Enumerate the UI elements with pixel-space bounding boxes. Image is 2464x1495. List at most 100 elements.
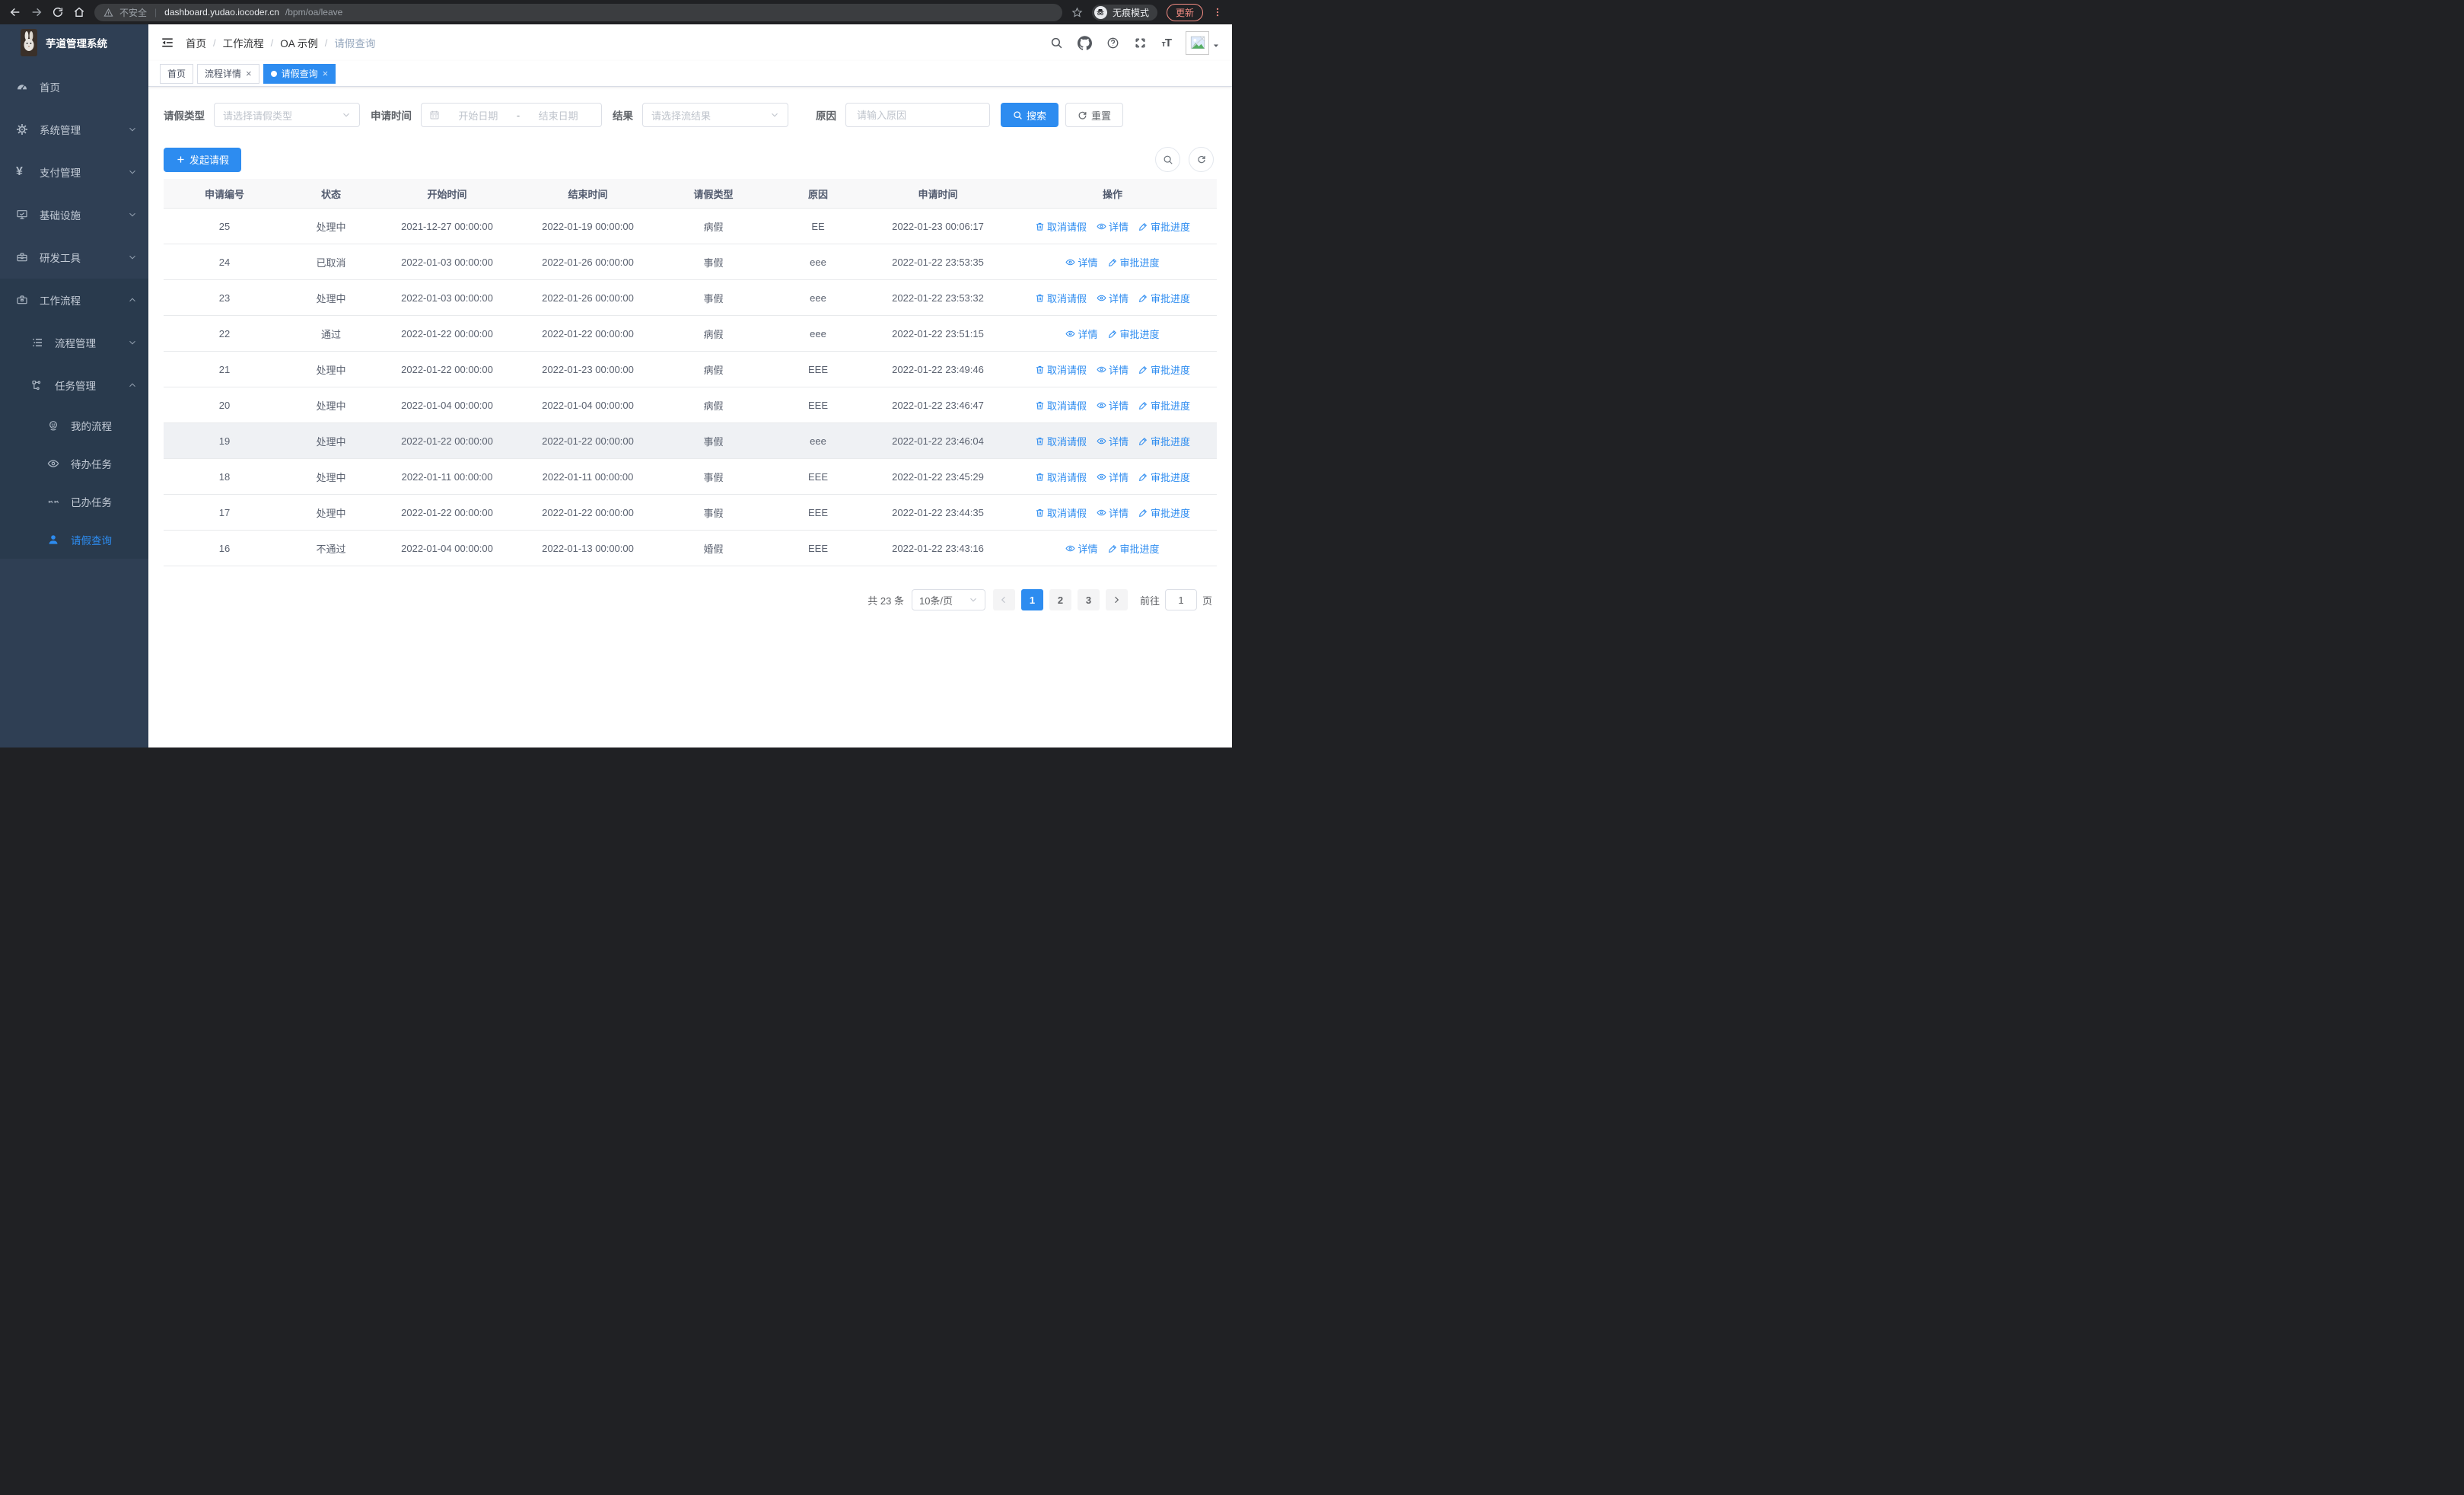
cell-reason: EEE: [807, 506, 828, 518]
sidebar-item-system[interactable]: 系统管理: [0, 108, 148, 151]
progress-label: 审批进度: [1151, 435, 1191, 448]
page-button-1[interactable]: 1: [1020, 589, 1043, 610]
pencil-icon: [1138, 436, 1148, 446]
tab-label: 请假查询: [281, 69, 318, 79]
cancel-link[interactable]: 取消请假: [1035, 470, 1087, 484]
filter-reason: 原因: [816, 103, 990, 127]
tab-leave-query[interactable]: 请假查询 ×: [263, 63, 336, 84]
sidebar-item-workflow[interactable]: 工作流程: [0, 279, 148, 321]
sidebar-item-devtools[interactable]: 研发工具: [0, 236, 148, 279]
sidebar-item-leave-query[interactable]: 请假查询: [0, 521, 148, 559]
update-button[interactable]: 更新: [1166, 3, 1203, 21]
detail-link[interactable]: 详情: [1097, 291, 1129, 305]
cell-status: 通过: [320, 328, 341, 340]
close-icon[interactable]: ×: [246, 69, 252, 78]
sidebar-item-task-mgmt[interactable]: 任务管理: [0, 364, 148, 406]
eye-icon: [47, 457, 59, 470]
cell-start: 2022-01-22 00:00:00: [401, 435, 493, 447]
tab-process-detail[interactable]: 流程详情 ×: [197, 63, 259, 84]
cell-status: 不通过: [316, 543, 346, 555]
reload-icon[interactable]: [52, 6, 64, 18]
breadcrumb-item[interactable]: OA 示例: [280, 35, 318, 50]
user-menu[interactable]: [1186, 30, 1220, 55]
eye-icon: [1097, 436, 1106, 446]
date-range-input[interactable]: 开始日期 - 结束日期: [421, 103, 602, 127]
cancel-link[interactable]: 取消请假: [1035, 505, 1087, 520]
detail-link[interactable]: 详情: [1097, 362, 1129, 377]
cancel-link[interactable]: 取消请假: [1035, 291, 1087, 305]
breadcrumb-item[interactable]: 工作流程: [223, 35, 264, 50]
cell-end: 2022-01-26 00:00:00: [542, 256, 634, 268]
table-row: 23 处理中 2022-01-03 00:00:00 2022-01-26 00:00…: [164, 280, 1217, 316]
prev-page-button[interactable]: [992, 589, 1015, 610]
cancel-link[interactable]: 取消请假: [1035, 398, 1087, 413]
address-bar[interactable]: 不安全 | dashboard.yudao.iocoder.cn/bpm/oa/…: [94, 3, 1062, 21]
sidebar-item-process-mgmt[interactable]: 流程管理: [0, 321, 148, 364]
detail-link[interactable]: 详情: [1097, 505, 1129, 520]
close-icon[interactable]: ×: [323, 69, 329, 78]
cancel-link[interactable]: 取消请假: [1035, 434, 1087, 448]
detail-link[interactable]: 详情: [1097, 219, 1129, 234]
progress-link[interactable]: 审批进度: [1108, 255, 1160, 269]
sidebar-fold-icon[interactable]: [161, 36, 174, 49]
progress-link[interactable]: 审批进度: [1138, 505, 1190, 520]
next-page-button[interactable]: [1105, 589, 1128, 610]
progress-link[interactable]: 审批进度: [1138, 291, 1190, 305]
breadcrumb-item[interactable]: 首页: [186, 35, 206, 50]
detail-label: 详情: [1108, 364, 1129, 376]
show-search-button[interactable]: [1155, 147, 1180, 172]
app-logo[interactable]: 芋道管理系统: [0, 24, 148, 61]
create-leave-button[interactable]: 发起请假: [164, 147, 242, 172]
table-header: 申请编号 状态 开始时间 结束时间 请假类型 原因 申请时间 操作: [164, 179, 1217, 209]
result-select[interactable]: 请选择流结果: [642, 103, 788, 127]
fullscreen-icon[interactable]: [1134, 37, 1147, 49]
tab-home[interactable]: 首页: [160, 63, 194, 84]
detail-link[interactable]: 详情: [1097, 470, 1129, 484]
sidebar-item-home[interactable]: 首页: [0, 65, 148, 108]
progress-link[interactable]: 审批进度: [1138, 434, 1190, 448]
progress-link[interactable]: 审批进度: [1138, 362, 1190, 377]
refresh-table-button[interactable]: [1189, 147, 1214, 172]
sidebar-item-label: 待办任务: [71, 459, 112, 470]
cell-type: 病假: [703, 328, 724, 340]
help-icon[interactable]: [1106, 37, 1119, 49]
github-icon[interactable]: [1078, 35, 1093, 50]
cancel-link[interactable]: 取消请假: [1035, 362, 1087, 377]
home-icon[interactable]: [73, 6, 85, 18]
sidebar-item-todo-tasks[interactable]: 待办任务: [0, 445, 148, 483]
detail-link[interactable]: 详情: [1097, 434, 1129, 448]
breadcrumb-separator: /: [324, 37, 328, 49]
bookmark-star-icon[interactable]: [1071, 7, 1083, 18]
browser-menu-icon[interactable]: [1212, 7, 1223, 18]
page-button-3[interactable]: 3: [1077, 589, 1100, 610]
sidebar-item-label: 支付管理: [40, 167, 81, 179]
search-button[interactable]: 搜索: [1001, 103, 1059, 127]
detail-link[interactable]: 详情: [1065, 541, 1098, 556]
sidebar-item-payment[interactable]: ¥ 支付管理: [0, 151, 148, 193]
cancel-link[interactable]: 取消请假: [1035, 219, 1087, 234]
sidebar-item-infra[interactable]: 基础设施: [0, 193, 148, 236]
sidebar-item-my-process[interactable]: 我的流程: [0, 406, 148, 445]
page-button-2[interactable]: 2: [1049, 589, 1071, 610]
search-icon[interactable]: [1050, 37, 1063, 49]
progress-link[interactable]: 审批进度: [1108, 541, 1160, 556]
progress-link[interactable]: 审批进度: [1138, 470, 1190, 484]
progress-link[interactable]: 审批进度: [1108, 327, 1160, 341]
reason-input[interactable]: [848, 104, 988, 126]
cell-status: 处理中: [316, 292, 346, 304]
back-icon[interactable]: [9, 6, 21, 18]
sidebar-item-done-tasks[interactable]: 已办任务: [0, 483, 148, 521]
detail-link[interactable]: 详情: [1097, 398, 1129, 413]
reset-button[interactable]: 重置: [1065, 103, 1124, 127]
progress-link[interactable]: 审批进度: [1138, 219, 1190, 234]
leave-type-select[interactable]: 请选择请假类型: [214, 103, 360, 127]
page-size-select[interactable]: 10条/页: [911, 589, 985, 610]
trash-icon: [1035, 400, 1045, 410]
detail-link[interactable]: 详情: [1065, 255, 1098, 269]
end-date-placeholder: 结束日期: [538, 110, 578, 122]
forward-icon[interactable]: [30, 6, 43, 18]
detail-link[interactable]: 详情: [1065, 327, 1098, 341]
progress-link[interactable]: 审批进度: [1138, 398, 1190, 413]
goto-page-input[interactable]: [1164, 589, 1197, 610]
font-size-icon[interactable]: тT: [1161, 37, 1172, 49]
